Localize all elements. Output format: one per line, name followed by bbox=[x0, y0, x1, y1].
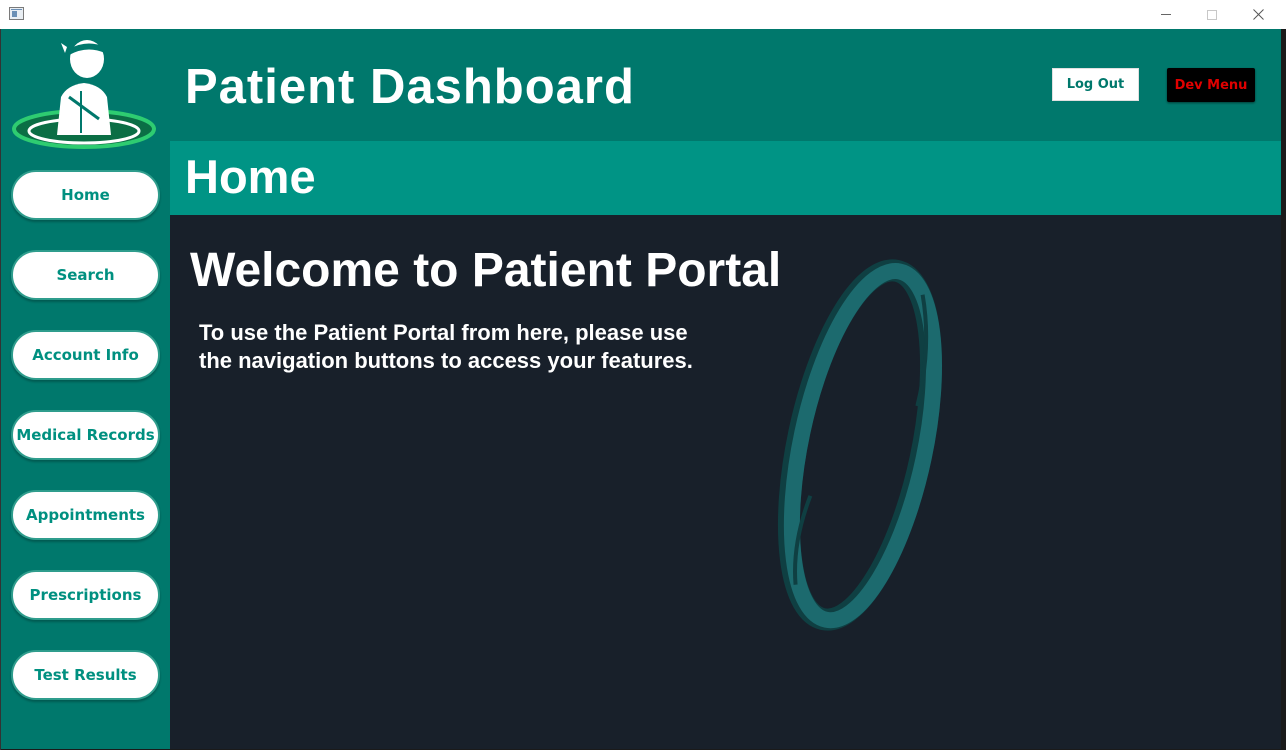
sidebar-item-home[interactable]: Home bbox=[11, 170, 160, 220]
window-titlebar bbox=[0, 0, 1286, 29]
maximize-button[interactable] bbox=[1189, 0, 1235, 29]
close-icon bbox=[1252, 9, 1264, 20]
section-title: Home bbox=[185, 150, 316, 203]
header: Patient Dashboard Log Out Dev Menu bbox=[170, 29, 1281, 141]
window-left-edge bbox=[0, 29, 1, 750]
window-right-edge bbox=[1281, 29, 1286, 750]
minimize-icon bbox=[1161, 14, 1171, 15]
sidebar-item-medical-records[interactable]: Medical Records bbox=[11, 410, 160, 460]
main-content: Welcome to Patient Portal To use the Pat… bbox=[170, 215, 1281, 749]
instructions-text: To use the Patient Portal from here, ple… bbox=[199, 320, 693, 373]
app-window-icon bbox=[9, 7, 24, 20]
sidebar-item-search[interactable]: Search bbox=[11, 250, 160, 300]
sidebar-item-test-results[interactable]: Test Results bbox=[11, 650, 160, 700]
sidebar-item-prescriptions[interactable]: Prescriptions bbox=[11, 570, 160, 620]
patient-logo-icon bbox=[12, 40, 156, 149]
sidebar: Home Search Account Info Medical Records… bbox=[1, 29, 170, 749]
sidebar-item-appointments[interactable]: Appointments bbox=[11, 490, 160, 540]
minimize-button[interactable] bbox=[1143, 0, 1189, 29]
sidebar-item-account-info[interactable]: Account Info bbox=[11, 330, 160, 380]
maximize-icon bbox=[1207, 9, 1217, 20]
close-button[interactable] bbox=[1235, 0, 1281, 29]
logout-button[interactable]: Log Out bbox=[1052, 68, 1139, 101]
portal-ring-icon bbox=[777, 259, 943, 631]
dev-menu-button[interactable]: Dev Menu bbox=[1167, 68, 1255, 102]
welcome-heading: Welcome to Patient Portal bbox=[190, 244, 782, 297]
page-title: Patient Dashboard bbox=[185, 60, 635, 114]
section-bar: Home bbox=[170, 141, 1281, 215]
